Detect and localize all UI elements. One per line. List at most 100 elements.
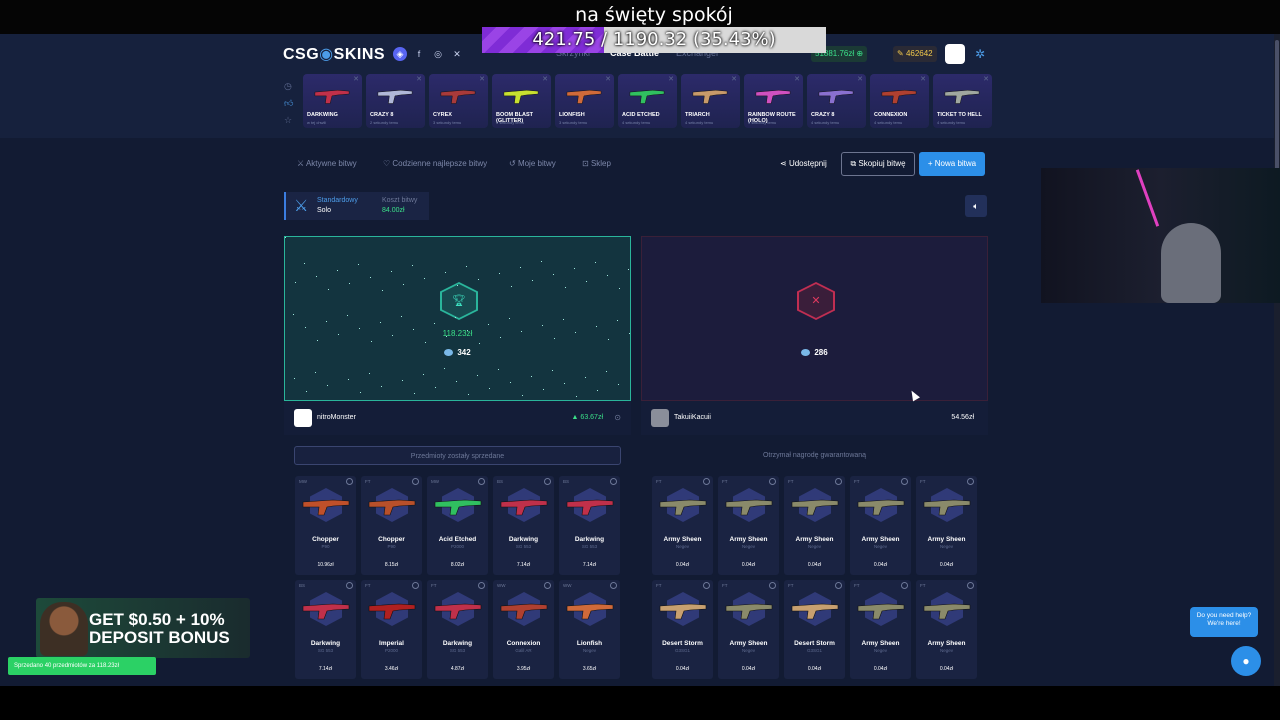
chat-icon[interactable]: ● — [1231, 646, 1261, 676]
live-drop-item[interactable]: ✕ LIONFISH 3 sekundy temu — [555, 74, 614, 128]
close-icon[interactable]: ✕ — [668, 75, 674, 83]
close-icon[interactable]: ✕ — [920, 75, 926, 83]
select-checkbox[interactable] — [967, 478, 974, 485]
close-icon[interactable]: ✕ — [416, 75, 422, 83]
avatar[interactable] — [945, 44, 965, 64]
tab-active-battles[interactable]: ⚔ Aktywne bitwy — [297, 159, 357, 168]
select-checkbox[interactable] — [346, 582, 353, 589]
item-card[interactable]: FT Army Sheen Negev 0.04zł — [916, 476, 977, 575]
close-icon[interactable]: ✕ — [542, 75, 548, 83]
select-checkbox[interactable] — [346, 478, 353, 485]
select-checkbox[interactable] — [769, 478, 776, 485]
live-drop-item[interactable]: ✕ DARKWING w tej chwili — [303, 74, 362, 128]
item-card[interactable]: FT Imperial P2000 3.46zł — [361, 580, 422, 679]
select-checkbox[interactable] — [544, 582, 551, 589]
mascot-image — [40, 602, 88, 656]
deposit-bonus-banner[interactable]: GET $0.50 + 10% DEPOSIT BONUS — [36, 598, 250, 658]
select-checkbox[interactable] — [412, 582, 419, 589]
select-checkbox[interactable] — [901, 582, 908, 589]
select-checkbox[interactable] — [703, 478, 710, 485]
item-card[interactable]: FT Army Sheen Negev 0.04zł — [850, 476, 911, 575]
coins-badge[interactable]: ✎ 462642 — [893, 46, 937, 62]
select-checkbox[interactable] — [478, 478, 485, 485]
live-drop-item[interactable]: ✕ ACID ETCHED 4 sekundy temu — [618, 74, 677, 128]
item-card[interactable]: FT Chopper P90 8.15zł — [361, 476, 422, 575]
item-card[interactable]: MW Acid Etched P2000 8.02zł — [427, 476, 488, 575]
discord-icon[interactable]: ◈ — [393, 47, 407, 61]
star-particle — [553, 274, 554, 275]
item-card[interactable]: FT Army Sheen Negev 0.04zł — [850, 580, 911, 679]
weapon-skin-icon — [725, 499, 773, 516]
live-drop-item[interactable]: ✕ CRAZY 82 sekundy temu — [366, 74, 425, 128]
item-card[interactable]: BS Darkwing SG 553 7.14zł — [559, 476, 620, 575]
close-icon[interactable]: ✕ — [353, 75, 359, 83]
select-checkbox[interactable] — [769, 582, 776, 589]
tab-daily-best[interactable]: ♡ Codzienne najlepsze bitwy — [383, 159, 487, 168]
star-particle — [348, 379, 349, 380]
copy-battle-button[interactable]: ⧉ Skopiuj bitwę — [841, 152, 915, 176]
player-name[interactable]: nitroMonster — [317, 414, 356, 421]
star-particle — [466, 266, 467, 267]
site-logo[interactable]: CSG◉SKINS — [283, 44, 385, 64]
live-drop-item[interactable]: ✕ TRIARCH 4 sekundy temu — [681, 74, 740, 128]
x-icon[interactable]: ✕ — [450, 47, 464, 61]
select-checkbox[interactable] — [478, 582, 485, 589]
item-card[interactable]: FT Desert Storm G3SG1 0.04zł — [784, 580, 845, 679]
select-checkbox[interactable] — [835, 478, 842, 485]
close-icon[interactable]: ✕ — [605, 75, 611, 83]
share-button[interactable]: ⋖ Udostępnij — [780, 159, 827, 168]
app-window: CSG◉SKINS ◈ f ◎ ✕ Skrzynki Case Battle E… — [0, 34, 1274, 686]
item-card[interactable]: WW Connexion Galil AR 3.95zł — [493, 580, 554, 679]
select-checkbox[interactable] — [967, 582, 974, 589]
instagram-icon[interactable]: ◎ — [431, 47, 445, 61]
select-checkbox[interactable] — [610, 478, 617, 485]
item-card[interactable]: BS Darkwing SG 553 7.14zł — [295, 580, 356, 679]
live-drop-item[interactable]: ✕ RAINBOW ROUTE (HOLO) 4 sekundy temu — [744, 74, 803, 128]
star-particle — [574, 268, 575, 269]
item-card[interactable]: FT Army Sheen Negev 0.04zł — [916, 580, 977, 679]
select-checkbox[interactable] — [835, 582, 842, 589]
live-drop-item[interactable]: ✕ CONNEXION 4 sekundy temu — [870, 74, 929, 128]
sound-toggle-button[interactable]: 🔈︎ — [965, 195, 987, 217]
clock-icon[interactable]: ◷ — [284, 78, 293, 95]
close-icon[interactable]: ✕ — [794, 75, 800, 83]
item-card[interactable]: BS Darkwing SG 553 7.14zł — [493, 476, 554, 575]
stream-overlay-bottom — [0, 686, 1280, 720]
close-icon[interactable]: ✕ — [857, 75, 863, 83]
select-checkbox[interactable] — [901, 478, 908, 485]
star-icon[interactable]: ☆ — [284, 112, 293, 129]
close-icon[interactable]: ✕ — [479, 75, 485, 83]
weapon-skin-icon — [368, 603, 416, 620]
player-avatar[interactable] — [294, 409, 312, 427]
item-card[interactable]: FT Army Sheen Negev 0.04zł — [652, 476, 713, 575]
player-avatar[interactable] — [651, 409, 669, 427]
live-drop-item[interactable]: ✕ BOOM BLAST (GLITTER) 3 sekundy temu — [492, 74, 551, 128]
player-name[interactable]: TakuiiKacuii — [674, 414, 711, 421]
live-drop-item[interactable]: ✕ CRAZY 84 sekundy temu — [807, 74, 866, 128]
item-card[interactable]: FT Darkwing SG 553 4.87zł — [427, 580, 488, 679]
facebook-icon[interactable]: f — [412, 47, 426, 61]
item-card[interactable]: WW Lionfish Negev 3.65zł — [559, 580, 620, 679]
select-checkbox[interactable] — [412, 478, 419, 485]
loser-hex: ✕ — [797, 282, 835, 320]
gear-icon[interactable]: ✲ — [975, 47, 985, 61]
info-icon[interactable]: ⊙ — [614, 413, 621, 422]
select-checkbox[interactable] — [610, 582, 617, 589]
item-card[interactable]: FT Army Sheen Negev 0.04zł — [718, 476, 779, 575]
item-card[interactable]: FT Army Sheen Negev 0.04zł — [718, 580, 779, 679]
thumbs-up-icon[interactable]: 👍︎ — [284, 95, 293, 112]
live-drop-item[interactable]: ✕ CYREX 3 sekundy temu — [429, 74, 488, 128]
page-scrollbar[interactable] — [1274, 34, 1280, 686]
item-card[interactable]: FT Desert Storm G3SG1 0.04zł — [652, 580, 713, 679]
tab-my-battles[interactable]: ↺ Moje bitwy — [509, 159, 556, 168]
new-battle-button[interactable]: + Nowa bitwa — [919, 152, 985, 176]
select-checkbox[interactable] — [703, 582, 710, 589]
item-card[interactable]: FT Army Sheen Negev 0.04zł — [784, 476, 845, 575]
close-icon[interactable]: ✕ — [983, 75, 989, 83]
close-icon[interactable]: ✕ — [731, 75, 737, 83]
tab-shop[interactable]: ⊡ Sklep — [582, 159, 611, 168]
live-drop-item[interactable]: ✕ TICKET TO HELL 4 sekundy temu — [933, 74, 992, 128]
item-card[interactable]: MW Chopper P90 10.96zł — [295, 476, 356, 575]
select-checkbox[interactable] — [544, 478, 551, 485]
help-bubble[interactable]: Do you need help? We're here! — [1190, 607, 1258, 637]
